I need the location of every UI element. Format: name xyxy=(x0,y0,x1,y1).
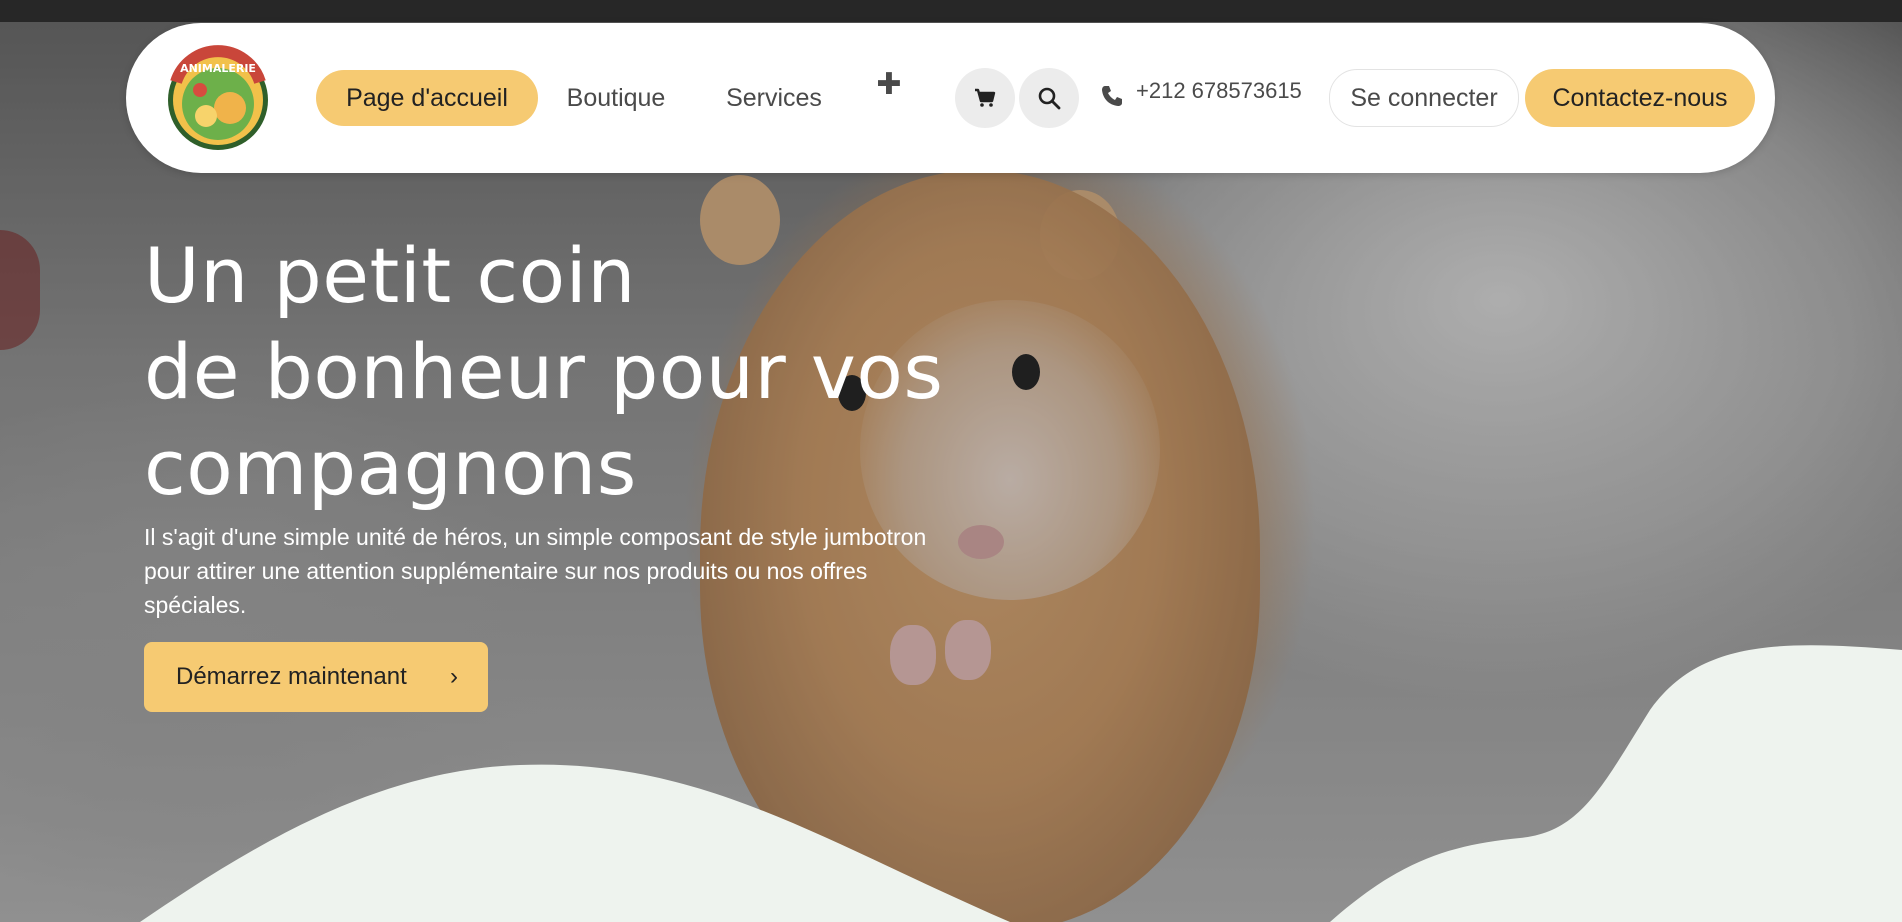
nav-home[interactable]: Page d'accueil xyxy=(316,70,538,126)
login-button[interactable]: Se connecter xyxy=(1329,69,1519,127)
headline-line-1: Un petit coin xyxy=(144,231,636,320)
start-now-label: Démarrez maintenant xyxy=(176,663,407,690)
phone-icon xyxy=(1102,86,1122,106)
nav-services[interactable]: Services xyxy=(714,70,834,126)
start-now-button[interactable]: Démarrez maintenant › xyxy=(144,642,488,712)
cart-icon xyxy=(975,88,996,107)
hero-headline: Un petit coin de bonheur pour vos compag… xyxy=(144,228,1044,516)
cart-button[interactable] xyxy=(955,68,1015,128)
phone-number[interactable]: +212 678573615 xyxy=(1136,78,1302,104)
search-button[interactable] xyxy=(1019,68,1079,128)
main-navbar: ANIMALERIE Page d'accueil Boutique Servi… xyxy=(126,23,1775,173)
animalerie-logo[interactable]: ANIMALERIE xyxy=(164,42,272,154)
contact-button[interactable]: Contactez-nous xyxy=(1525,69,1755,127)
plus-icon[interactable]: ✚ xyxy=(874,67,904,102)
headline-line-3: compagnons xyxy=(144,423,637,512)
chevron-right-icon: › xyxy=(450,663,458,690)
svg-text:ANIMALERIE: ANIMALERIE xyxy=(180,62,256,75)
nav-shop[interactable]: Boutique xyxy=(554,70,678,126)
hero-lead-text: Il s'agit d'une simple unité de héros, u… xyxy=(144,524,927,618)
headline-line-2: de bonheur pour vos xyxy=(144,327,944,416)
search-icon xyxy=(1038,87,1061,110)
